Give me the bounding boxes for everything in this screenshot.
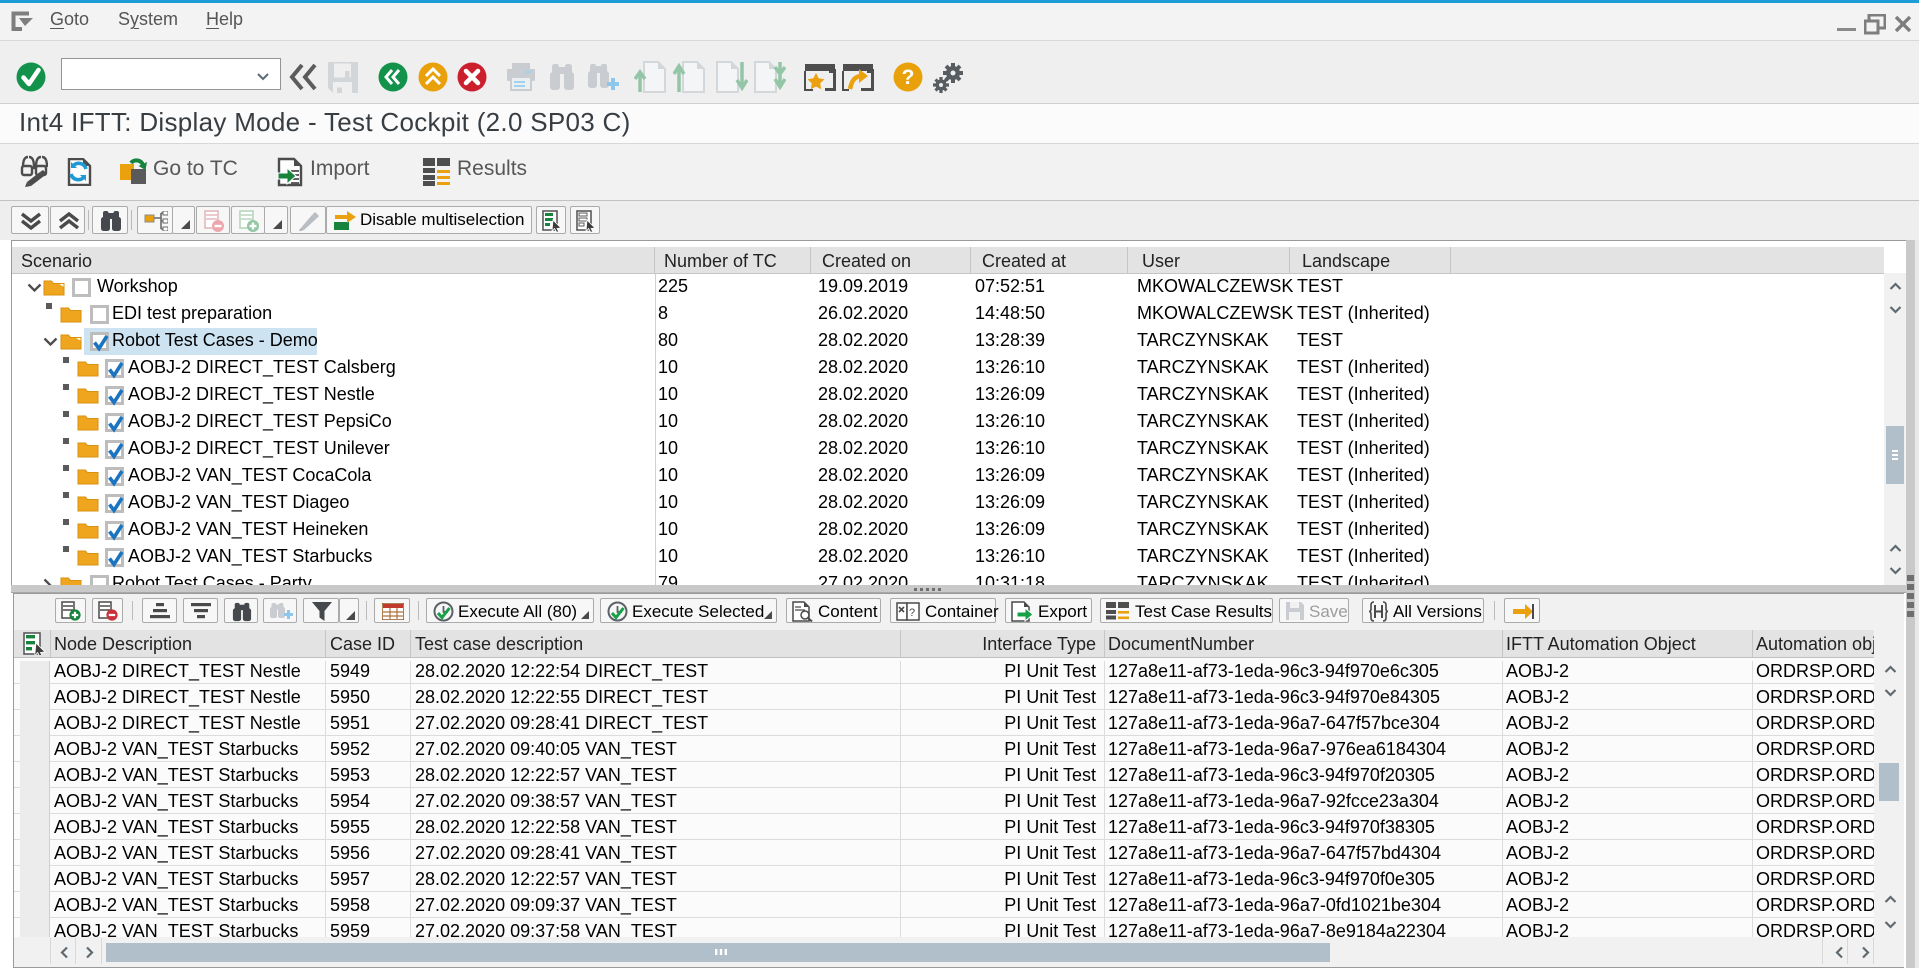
svg-text:?: ? [909, 607, 915, 619]
svg-text:?: ? [902, 66, 915, 89]
